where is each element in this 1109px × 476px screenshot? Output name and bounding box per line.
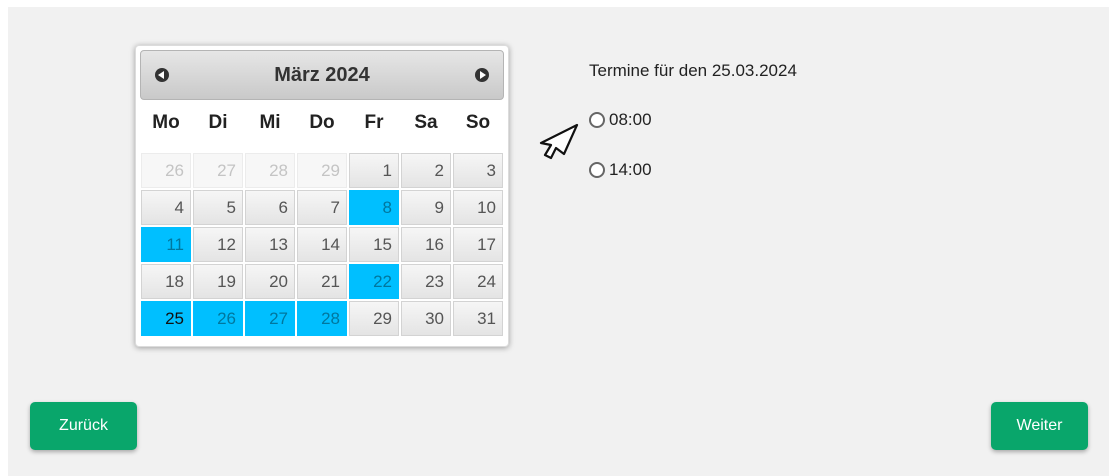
day-other: 29 [297, 153, 347, 188]
day-cell: 19 [192, 263, 244, 300]
day-cell: 7 [296, 189, 348, 226]
day-normal[interactable]: 29 [349, 301, 399, 336]
day-cell: 26 [140, 152, 192, 189]
day-normal[interactable]: 18 [141, 264, 191, 299]
day-normal[interactable]: 13 [245, 227, 295, 262]
datepicker: März 2024 Mo Di Mi Do Fr Sa So 26 27 28 29 1… [135, 45, 509, 347]
day-normal[interactable]: 5 [193, 190, 243, 225]
day-cell: 10 [452, 189, 504, 226]
day-cell: 28 [244, 152, 296, 189]
weekday-label: Di [208, 112, 228, 133]
day-cell: 22 [348, 263, 400, 300]
day-normal[interactable]: 20 [245, 264, 295, 299]
day-cell: 30 [400, 300, 452, 337]
day-selected[interactable]: 25 [141, 301, 191, 336]
day-normal[interactable]: 4 [141, 190, 191, 225]
next-button[interactable]: Weiter [991, 402, 1088, 450]
day-normal[interactable]: 16 [401, 227, 451, 262]
day-other: 28 [245, 153, 295, 188]
day-normal[interactable]: 3 [453, 153, 503, 188]
day-normal[interactable]: 9 [401, 190, 451, 225]
day-cell: 4 [140, 189, 192, 226]
day-cell: 29 [296, 152, 348, 189]
day-normal[interactable]: 30 [401, 301, 451, 336]
day-cell: 26 [192, 300, 244, 337]
datepicker-header: März 2024 [140, 50, 504, 100]
time-slot-label: 14:00 [609, 160, 652, 179]
day-normal[interactable]: 10 [453, 190, 503, 225]
day-cell: 14 [296, 226, 348, 263]
day-normal[interactable]: 19 [193, 264, 243, 299]
day-normal[interactable]: 21 [297, 264, 347, 299]
day-normal[interactable]: 1 [349, 153, 399, 188]
day-normal[interactable]: 15 [349, 227, 399, 262]
day-cell: 8 [348, 189, 400, 226]
radio-button[interactable] [589, 162, 605, 178]
day-cell: 27 [244, 300, 296, 337]
weekday-label: So [465, 112, 491, 133]
day-cell: 31 [452, 300, 504, 337]
day-avail[interactable]: 11 [141, 227, 191, 262]
day-cell: 13 [244, 226, 296, 263]
radio-button[interactable] [589, 112, 605, 128]
day-other: 27 [193, 153, 243, 188]
weekday-label: Mi [259, 112, 281, 133]
day-cell: 5 [192, 189, 244, 226]
back-button[interactable]: Zurück [30, 402, 137, 450]
day-cell: 21 [296, 263, 348, 300]
day-normal[interactable]: 7 [297, 190, 347, 225]
day-avail[interactable]: 26 [193, 301, 243, 336]
day-cell: 29 [348, 300, 400, 337]
day-cell: 3 [452, 152, 504, 189]
day-avail[interactable]: 8 [349, 190, 399, 225]
day-cell: 9 [400, 189, 452, 226]
day-cell: 15 [348, 226, 400, 263]
day-normal[interactable]: 12 [193, 227, 243, 262]
time-slot-label: 08:00 [609, 110, 652, 129]
prev-month-icon[interactable] [155, 68, 169, 82]
day-normal[interactable]: 17 [453, 227, 503, 262]
day-avail[interactable]: 27 [245, 301, 295, 336]
day-cell: 11 [140, 226, 192, 263]
weekday-label: Mo [152, 112, 180, 133]
day-normal[interactable]: 2 [401, 153, 451, 188]
day-cell: 28 [296, 300, 348, 337]
day-normal[interactable]: 23 [401, 264, 451, 299]
day-avail[interactable]: 28 [297, 301, 347, 336]
day-avail[interactable]: 22 [349, 264, 399, 299]
time-slot-1400[interactable]: 14:00 [589, 160, 652, 180]
day-cell: 24 [452, 263, 504, 300]
weekday-label: Sa [414, 112, 438, 133]
day-cell: 12 [192, 226, 244, 263]
pointer-cursor-icon [539, 123, 579, 160]
day-cell: 27 [192, 152, 244, 189]
day-normal[interactable]: 14 [297, 227, 347, 262]
day-cell: 23 [400, 263, 452, 300]
weekday-label: Fr [364, 112, 384, 133]
day-cell: 17 [452, 226, 504, 263]
month-title: März 2024 [274, 64, 370, 86]
day-cell: 1 [348, 152, 400, 189]
day-cell: 6 [244, 189, 296, 226]
day-cell: 20 [244, 263, 296, 300]
day-cell: 2 [400, 152, 452, 189]
day-normal[interactable]: 6 [245, 190, 295, 225]
day-normal[interactable]: 31 [453, 301, 503, 336]
weekday-label: Do [309, 112, 335, 133]
slots-title: Termine für den 25.03.2024 [589, 61, 797, 80]
day-other: 26 [141, 153, 191, 188]
day-normal[interactable]: 24 [453, 264, 503, 299]
weekday-header-row: Mo Di Mi Do Fr Sa So [140, 106, 504, 140]
day-cell: 25 [140, 300, 192, 337]
next-month-icon[interactable] [475, 68, 489, 82]
day-cell: 16 [400, 226, 452, 263]
time-slot-0800[interactable]: 08:00 [589, 110, 652, 130]
day-cell: 18 [140, 263, 192, 300]
day-grid: 26 27 28 29 1 2 3 4 5 6 7 8 9 10 11 12 13 14 15 16 17 18 19 20 2… [140, 152, 504, 337]
